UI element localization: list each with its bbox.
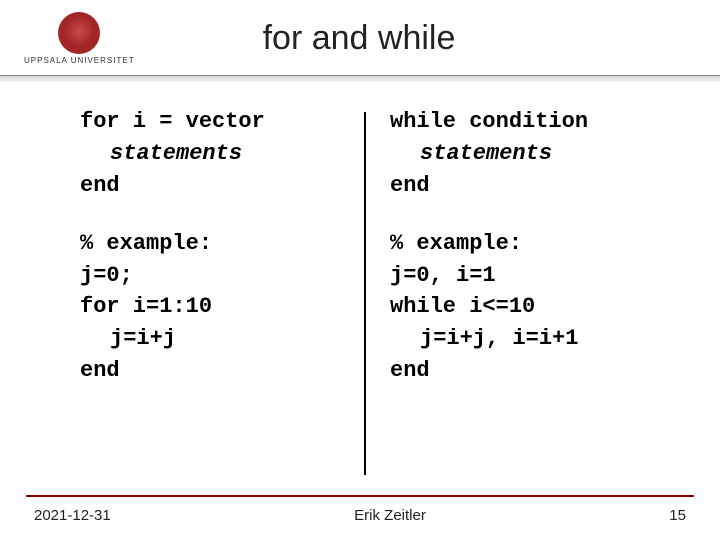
while-example-init: j=0, i=1 [390,260,650,292]
for-example-comment: % example: [80,228,340,260]
for-syntax-end: end [80,170,340,202]
university-name: UPPSALA UNIVERSITET [24,56,135,65]
while-example-body: j=i+j, i=i+1 [390,323,650,355]
while-example-loop: while i<=10 [390,291,650,323]
while-example-comment: % example: [390,228,650,260]
for-example-init: j=0; [80,260,340,292]
while-example-end: end [390,355,650,387]
column-divider [364,112,366,475]
for-column: for i = vector statements end % example:… [80,106,340,481]
content-body: for i = vector statements end % example:… [0,106,720,481]
for-example-body: j=i+j [80,323,340,355]
footer-date: 2021-12-31 [34,507,111,524]
seal-icon [58,12,100,54]
while-syntax-end: end [390,170,650,202]
slide-title: for and while [263,19,456,58]
footer: 2021-12-31 Erik Zeitler 15 [0,497,720,540]
while-syntax-statements: statements [390,138,650,170]
while-column: while condition statements end % example… [390,106,650,481]
for-syntax-line1: for i = vector [80,106,340,138]
for-example-end: end [80,355,340,387]
footer-page: 15 [669,507,686,524]
footer-author: Erik Zeitler [354,507,426,524]
while-syntax-line1: while condition [390,106,650,138]
for-example-loop: for i=1:10 [80,291,340,323]
header: UPPSALA UNIVERSITET for and while [0,0,720,73]
header-shadow [0,76,720,82]
for-syntax-statements: statements [80,138,340,170]
slide: UPPSALA UNIVERSITET for and while for i … [0,0,720,540]
university-logo: UPPSALA UNIVERSITET [24,12,135,65]
